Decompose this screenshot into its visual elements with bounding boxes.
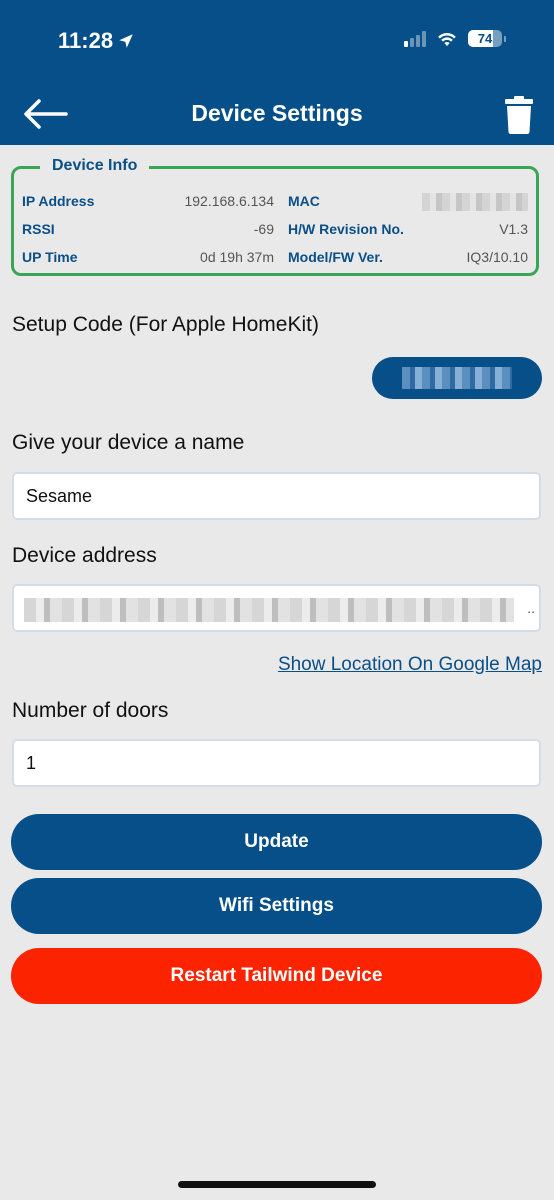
trash-icon [505,96,533,134]
restart-device-button[interactable]: Restart Tailwind Device [11,948,542,1004]
mac-label: MAC [288,193,320,209]
doors-input[interactable] [12,739,541,787]
rssi-value: -69 [253,221,274,237]
wifi-icon [438,32,456,46]
location-arrow-icon [119,34,133,48]
info-row: UP Time 0d 19h 37m Model/FW Ver. IQ3/10.… [22,249,528,265]
model-fw-value: IQ3/10.10 [466,249,529,265]
show-location-link[interactable]: Show Location On Google Map [278,654,542,676]
update-button[interactable]: Update [11,814,542,870]
setup-code-redacted [402,367,512,389]
battery-icon: 74 [468,30,502,47]
hw-revision-label: H/W Revision No. [288,221,404,237]
uptime-label: UP Time [22,249,78,265]
ip-address-label: IP Address [22,193,95,209]
setup-code-badge[interactable] [372,357,542,399]
info-row: IP Address 192.168.6.134 MAC [22,193,528,211]
device-address-label: Device address [12,544,157,567]
info-row: RSSI -69 H/W Revision No. V1.3 [22,221,528,237]
device-name-input[interactable] [12,472,541,520]
device-name-label: Give your device a name [12,431,245,454]
mac-value-redacted [422,193,528,211]
cellular-signal-icon [404,30,426,47]
app-header: 11:28 74 Device Settings [0,0,554,145]
setup-code-label: Setup Code (For Apple HomeKit) [12,313,319,336]
doors-label: Number of doors [12,699,169,722]
status-time: 11:28 [58,28,135,54]
status-icons: 74 [404,30,506,47]
address-ellipsis: .. [527,600,535,616]
home-indicator [178,1181,376,1188]
device-info-title: Device Info [40,157,150,175]
delete-device-button[interactable] [504,96,534,134]
uptime-value: 0d 19h 37m [200,249,274,265]
ip-address-value: 192.168.6.134 [184,193,274,209]
wifi-settings-button[interactable]: Wifi Settings [11,878,542,934]
device-info-panel: Device Info IP Address 192.168.6.134 MAC… [11,157,539,276]
battery-percent: 74 [477,31,493,46]
rssi-label: RSSI [22,221,55,237]
model-fw-label: Model/FW Ver. [288,249,383,265]
hw-revision-value: V1.3 [499,221,528,237]
address-redacted [24,598,514,622]
page-title: Device Settings [191,100,363,126]
device-address-input[interactable]: .. [12,584,541,632]
clock: 11:28 [58,28,114,53]
